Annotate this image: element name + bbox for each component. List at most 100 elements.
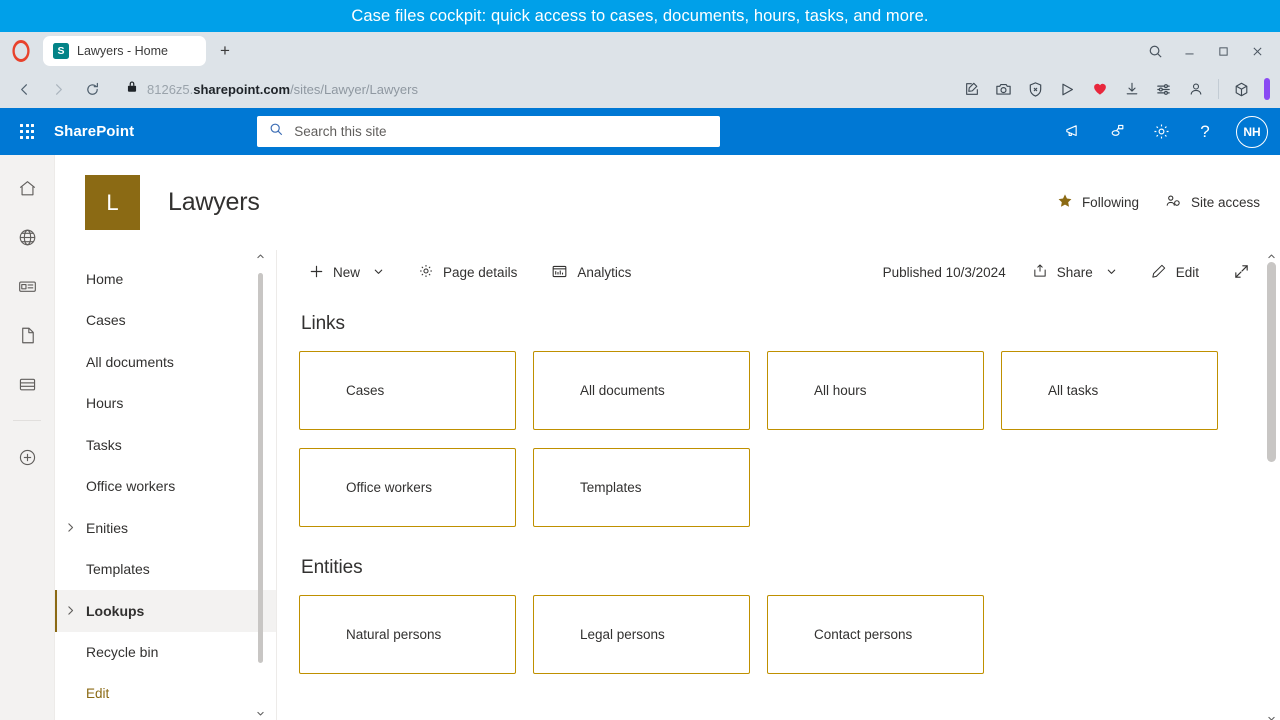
- nav-item-all-documents[interactable]: All documents: [55, 341, 276, 383]
- camera-icon[interactable]: [989, 75, 1018, 104]
- following-label: Following: [1081, 195, 1139, 210]
- tab-strip: S Lawyers - Home +: [0, 32, 1280, 70]
- page-scroll-down-icon[interactable]: [1267, 714, 1276, 720]
- link-card-all-documents[interactable]: All documents: [533, 351, 750, 430]
- url-field[interactable]: 8126z5.sharepoint.com/sites/Lawyer/Lawye…: [116, 74, 949, 104]
- downloads-icon[interactable]: [1117, 75, 1146, 104]
- cube-extension-icon[interactable]: [1227, 75, 1256, 104]
- sidebar-toggle[interactable]: [1264, 78, 1270, 100]
- avatar[interactable]: NH: [1236, 115, 1268, 148]
- nav-label: Cases: [86, 312, 126, 329]
- nav-item-edit[interactable]: Edit: [55, 673, 276, 715]
- search-icon[interactable]: [1140, 37, 1170, 65]
- chevron-right-icon[interactable]: [64, 507, 77, 549]
- chevron-right-icon[interactable]: [64, 590, 77, 632]
- lists-icon[interactable]: [10, 369, 44, 399]
- gear-icon[interactable]: [1140, 110, 1182, 154]
- link-card-contact-persons[interactable]: Contact persons: [767, 595, 984, 674]
- analytics-button[interactable]: Analytics: [541, 255, 641, 291]
- tab-title: Lawyers - Home: [77, 44, 168, 58]
- section-title-entities: Entities: [301, 557, 363, 578]
- nav-item-cases[interactable]: Cases: [55, 300, 276, 342]
- link-card-all-hours[interactable]: All hours: [767, 351, 984, 430]
- new-button[interactable]: New: [299, 255, 394, 291]
- copilot-icon[interactable]: [1096, 110, 1138, 154]
- back-icon[interactable]: [8, 74, 40, 104]
- link-card-cases[interactable]: Cases: [299, 351, 516, 430]
- profile-icon[interactable]: [1181, 75, 1210, 104]
- chevron-down-icon[interactable]: [373, 265, 384, 280]
- sharepoint-brand[interactable]: SharePoint: [54, 123, 134, 140]
- edit-button[interactable]: Edit: [1141, 255, 1209, 291]
- published-status: Published 10/3/2024: [882, 265, 1006, 280]
- site-body: Home Cases All documents Hours Tasks Off…: [55, 250, 1280, 720]
- page-scroll-up-icon[interactable]: [1267, 252, 1276, 261]
- tracker-blocker-icon[interactable]: [1021, 75, 1050, 104]
- new-tab-button[interactable]: +: [212, 38, 238, 64]
- easy-setup-icon[interactable]: [1149, 75, 1178, 104]
- nav-label: Enities: [86, 519, 129, 536]
- rail-divider: [13, 420, 41, 421]
- window-controls: [1140, 37, 1272, 65]
- nav-item-templates[interactable]: Templates: [55, 549, 276, 591]
- site-logo[interactable]: L: [85, 175, 140, 230]
- browser-tab[interactable]: S Lawyers - Home: [43, 36, 206, 66]
- megaphone-icon[interactable]: [1052, 110, 1094, 154]
- minimize-icon[interactable]: [1174, 37, 1204, 65]
- link-card-templates[interactable]: Templates: [533, 448, 750, 527]
- close-icon[interactable]: [1242, 37, 1272, 65]
- search-input[interactable]: [294, 124, 709, 139]
- nav-item-tasks[interactable]: Tasks: [55, 424, 276, 466]
- page-title[interactable]: Lawyers: [168, 188, 260, 217]
- nav-label: Edit: [86, 686, 110, 702]
- site-access-button[interactable]: Site access: [1165, 193, 1260, 213]
- site-search[interactable]: [257, 116, 721, 147]
- page-icon[interactable]: [10, 320, 44, 350]
- nav-item-recycle-bin[interactable]: Recycle bin: [55, 632, 276, 674]
- chevron-down-icon[interactable]: [1106, 265, 1117, 280]
- page-scrollbar[interactable]: [1267, 254, 1276, 720]
- scroll-up-icon[interactable]: [256, 250, 265, 263]
- nav-scrollbar[interactable]: [255, 250, 266, 720]
- flow-send-icon[interactable]: [1053, 75, 1082, 104]
- page-details-button[interactable]: Page details: [408, 255, 527, 291]
- maximize-icon[interactable]: [1208, 37, 1238, 65]
- page-scroll-thumb[interactable]: [1267, 262, 1276, 462]
- link-card-office-workers[interactable]: Office workers: [299, 448, 516, 527]
- plus-icon: [309, 264, 324, 282]
- url-text: 8126z5.sharepoint.com/sites/Lawyer/Lawye…: [147, 81, 418, 97]
- nav-item-enities[interactable]: Enities: [55, 507, 276, 549]
- search-icon: [269, 122, 284, 142]
- banner-text: Case files cockpit: quick access to case…: [351, 6, 929, 25]
- globe-icon[interactable]: [10, 222, 44, 252]
- lock-icon: [126, 80, 138, 98]
- nav-item-office-workers[interactable]: Office workers: [55, 466, 276, 508]
- expand-button[interactable]: [1223, 255, 1260, 291]
- link-card-legal-persons[interactable]: Legal persons: [533, 595, 750, 674]
- forward-icon[interactable]: [42, 74, 74, 104]
- share-button[interactable]: Share: [1022, 255, 1127, 291]
- create-icon[interactable]: [10, 442, 44, 472]
- nav-item-home[interactable]: Home: [55, 258, 276, 300]
- site-navigation: Home Cases All documents Hours Tasks Off…: [55, 250, 277, 720]
- nav-label: All documents: [86, 353, 174, 370]
- app-launcher-icon[interactable]: [8, 113, 46, 151]
- nav-item-hours[interactable]: Hours: [55, 383, 276, 425]
- nav-item-lookups[interactable]: Lookups: [55, 590, 276, 632]
- favorites-heart-icon[interactable]: [1085, 75, 1114, 104]
- following-button[interactable]: Following: [1057, 193, 1139, 212]
- news-icon[interactable]: [10, 271, 44, 301]
- nav-label: Office workers: [86, 478, 176, 495]
- snapshot-edit-icon[interactable]: [957, 75, 986, 104]
- nav-label: Home: [86, 270, 124, 287]
- link-card-natural-persons[interactable]: Natural persons: [299, 595, 516, 674]
- home-icon[interactable]: [10, 173, 44, 203]
- link-card-all-tasks[interactable]: All tasks: [1001, 351, 1218, 430]
- share-icon: [1032, 263, 1048, 282]
- help-icon[interactable]: ?: [1184, 110, 1226, 154]
- nav-scroll-track[interactable]: [258, 263, 263, 707]
- reload-icon[interactable]: [76, 74, 108, 104]
- nav-scroll-thumb[interactable]: [258, 273, 263, 663]
- edit-label: Edit: [1175, 265, 1199, 280]
- scroll-down-icon[interactable]: [256, 707, 265, 720]
